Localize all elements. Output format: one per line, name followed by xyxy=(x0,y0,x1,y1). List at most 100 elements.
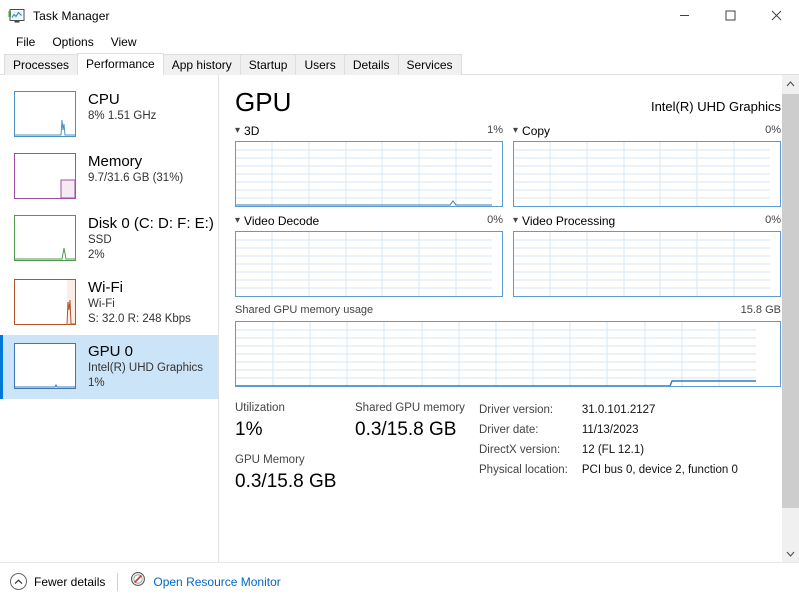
engine-3d-label-group[interactable]: ▾ 3D xyxy=(235,124,259,138)
engine-3d-header: ▾ 3D 1% xyxy=(235,124,503,141)
engine-cell-3d: ▾ 3D 1% xyxy=(235,124,503,207)
resource-monitor-label: Open Resource Monitor xyxy=(153,574,281,589)
vertical-scrollbar[interactable] xyxy=(782,75,799,562)
chevron-down-icon[interactable]: ▾ xyxy=(235,126,240,136)
engine-3d-graph xyxy=(235,141,503,207)
gpu-detail-panel: GPU Intel(R) UHD Graphics ▾ 3D 1% ▾ Copy… xyxy=(219,75,799,562)
shared-memory-graph-label: Shared GPU memory usage xyxy=(235,304,374,316)
engine-copy-header: ▾ Copy 0% xyxy=(513,124,781,141)
sidebar-disk-title: Disk 0 (C: D: F: E:) xyxy=(88,215,214,232)
engine-video-decode-graph xyxy=(235,231,503,297)
shared-memory-section: Shared GPU memory usage 15.8 GB xyxy=(235,304,781,387)
sidebar-memory-text: Memory 9.7/31.6 GB (31%) xyxy=(88,153,183,186)
maximize-button[interactable] xyxy=(707,0,753,31)
tab-performance[interactable]: Performance xyxy=(77,53,164,75)
shared-memory-value: 0.3/15.8 GB xyxy=(355,419,457,440)
scroll-down-arrow-icon[interactable] xyxy=(782,545,799,562)
sidebar-wifi-sub2: S: 32.0 R: 248 Kbps xyxy=(88,313,191,325)
sidebar-disk-sub2: 2% xyxy=(88,249,105,261)
utilization-label: Utilization xyxy=(235,402,285,414)
sidebar-disk-text: Disk 0 (C: D: F: E:) SSD 2% xyxy=(88,215,214,263)
sidebar-memory-sub: 9.7/31.6 GB (31%) xyxy=(88,172,184,184)
tab-users[interactable]: Users xyxy=(295,54,345,75)
engine-cell-copy: ▾ Copy 0% xyxy=(513,124,781,207)
driver-date-label: Driver date: xyxy=(479,424,539,436)
engine-video-processing-label: Video Processing xyxy=(522,214,616,228)
tab-bar: Processes Performance App history Startu… xyxy=(0,53,799,75)
device-name: Intel(R) UHD Graphics xyxy=(650,99,781,114)
sidebar-gpu-title: GPU 0 xyxy=(88,343,134,360)
engine-copy-label-group[interactable]: ▾ Copy xyxy=(513,124,550,138)
title-bar: Task Manager xyxy=(0,0,799,31)
chevron-down-icon[interactable]: ▾ xyxy=(513,126,518,136)
shared-memory-grid xyxy=(236,322,780,386)
engine-video-decode-header: ▾ Video Decode 0% xyxy=(235,214,503,231)
sidebar-item-disk[interactable]: Disk 0 (C: D: F: E:) SSD 2% xyxy=(0,207,218,271)
driver-date-value: 11/13/2023 xyxy=(581,424,639,436)
engine-video-decode-value: 0% xyxy=(487,214,503,226)
cpu-mini-graph xyxy=(14,91,76,137)
engine-video-processing-graph xyxy=(513,231,781,297)
engine-row-2: ▾ Video Decode 0% ▾ Video Processing 0% xyxy=(235,214,781,297)
sidebar-cpu-sub: 8% 1.51 GHz xyxy=(88,110,157,122)
sidebar-gpu-sub2: 1% xyxy=(88,377,105,389)
engine-copy-label: Copy xyxy=(522,124,551,138)
sidebar-disk-sub1: SSD xyxy=(88,234,112,246)
chevron-down-icon[interactable]: ▾ xyxy=(513,216,518,226)
disk-mini-graph xyxy=(14,215,76,261)
tab-processes[interactable]: Processes xyxy=(4,54,79,75)
scrollbar-thumb[interactable] xyxy=(782,94,799,508)
driver-version-label: Driver version: xyxy=(479,404,554,416)
engine-video-processing-label-group[interactable]: ▾ Video Processing xyxy=(513,214,615,228)
menu-item-options[interactable]: Options xyxy=(44,33,101,51)
open-resource-monitor-link[interactable]: Open Resource Monitor xyxy=(130,571,281,592)
sidebar-wifi-sub1: Wi-Fi xyxy=(88,298,115,310)
minimize-button[interactable] xyxy=(661,0,707,31)
sidebar-cpu-text: CPU 8% 1.51 GHz xyxy=(88,91,156,124)
menu-item-file[interactable]: File xyxy=(8,33,43,51)
task-manager-icon xyxy=(8,8,26,24)
sidebar-item-gpu[interactable]: GPU 0 Intel(R) UHD Graphics 1% xyxy=(0,335,218,399)
engine-video-decode-label: Video Decode xyxy=(244,214,320,228)
shared-memory-label: Shared GPU memory xyxy=(355,402,465,414)
menu-item-view[interactable]: View xyxy=(103,33,145,51)
tab-app-history[interactable]: App history xyxy=(162,54,241,75)
engine-copy-grid xyxy=(514,142,780,206)
gpu-mini-graph xyxy=(14,343,76,389)
sidebar-cpu-title: CPU xyxy=(88,91,120,108)
sidebar-item-wifi[interactable]: Wi-Fi Wi-Fi S: 32.0 R: 248 Kbps xyxy=(0,271,218,335)
shared-memory-graph-max: 15.8 GB xyxy=(740,304,781,316)
engine-video-processing-header: ▾ Video Processing 0% xyxy=(513,214,781,231)
tab-details[interactable]: Details xyxy=(343,54,399,75)
sidebar-item-cpu[interactable]: CPU 8% 1.51 GHz xyxy=(0,83,218,145)
engine-cell-video-decode: ▾ Video Decode 0% xyxy=(235,214,503,297)
stat-column-shared-memory: Shared GPU memory 0.3/15.8 GB xyxy=(355,400,479,504)
status-bar: Fewer details Open Resource Monitor xyxy=(0,562,799,600)
fewer-details-button[interactable]: Fewer details xyxy=(10,573,105,590)
tab-services[interactable]: Services xyxy=(397,54,462,75)
engine-3d-label: 3D xyxy=(244,124,260,138)
close-button[interactable] xyxy=(753,0,799,31)
scrollbar-track[interactable] xyxy=(782,92,799,545)
engine-3d-grid xyxy=(236,142,502,206)
chevron-up-icon xyxy=(10,573,27,590)
sidebar-wifi-title: Wi-Fi xyxy=(88,279,123,296)
page-title: GPU xyxy=(235,87,292,117)
scroll-up-arrow-icon[interactable] xyxy=(782,75,799,92)
engine-video-processing-value: 0% xyxy=(765,214,781,226)
tab-startup[interactable]: Startup xyxy=(239,54,297,75)
sidebar-wifi-text: Wi-Fi Wi-Fi S: 32.0 R: 248 Kbps xyxy=(88,279,191,327)
sidebar-item-memory[interactable]: Memory 9.7/31.6 GB (31%) xyxy=(0,145,218,207)
memory-mini-graph xyxy=(14,153,76,199)
wifi-mini-graph xyxy=(14,279,76,325)
resource-sidebar: CPU 8% 1.51 GHz Memory 9.7/31.6 GB (31%) xyxy=(0,75,219,562)
stats-area: Utilization 1% GPU Memory 0.3/15.8 GB Sh… xyxy=(235,400,781,504)
engine-video-decode-label-group[interactable]: ▾ Video Decode xyxy=(235,214,319,228)
sidebar-gpu-text: GPU 0 Intel(R) UHD Graphics 1% xyxy=(88,343,203,391)
sidebar-memory-title: Memory xyxy=(88,153,143,170)
chevron-down-icon[interactable]: ▾ xyxy=(235,216,240,226)
engine-3d-value: 1% xyxy=(487,124,503,136)
engine-copy-value: 0% xyxy=(765,124,781,136)
physical-location-label: Physical location: xyxy=(479,464,568,476)
physical-location-value: PCI bus 0, device 2, function 0 xyxy=(581,464,738,476)
